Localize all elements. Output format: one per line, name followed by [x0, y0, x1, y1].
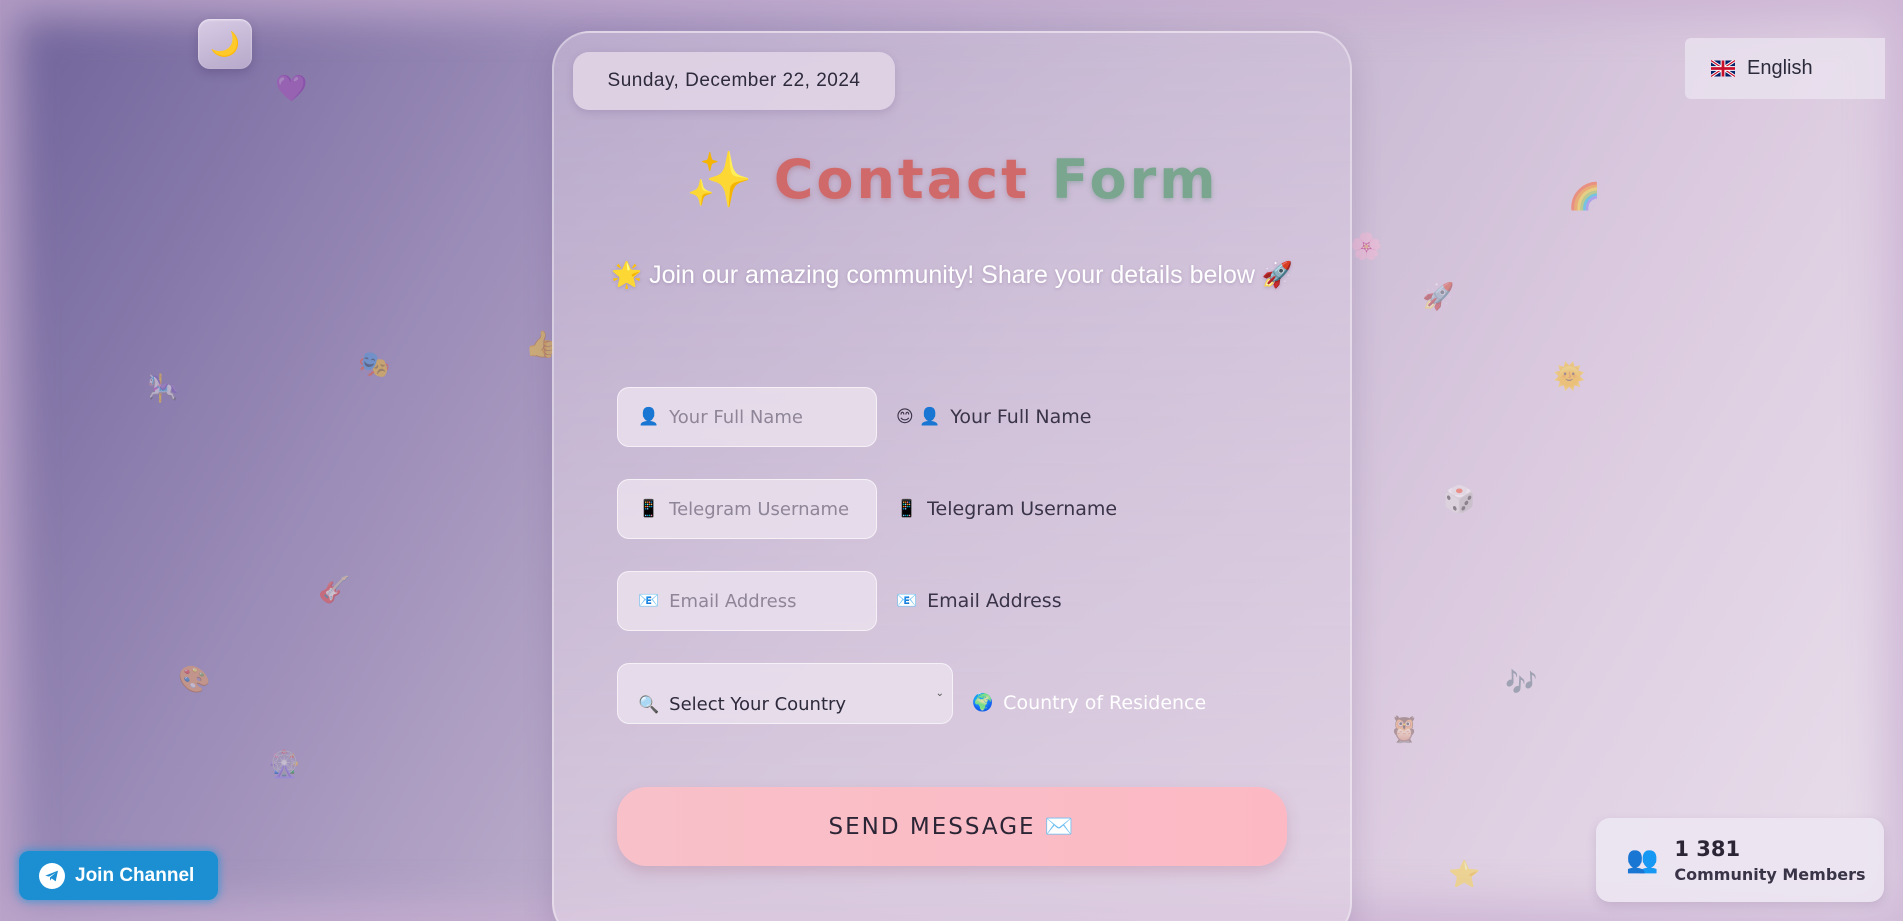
full-name-input[interactable]	[669, 406, 850, 428]
date-badge: Sunday, December 22, 2024	[573, 52, 895, 110]
telegram-username-field[interactable]: 📱	[617, 479, 877, 539]
community-members-widget: 👥 1 381 Community Members	[1596, 818, 1884, 902]
telegram-icon	[39, 862, 65, 889]
sun-icon: 🌞	[1553, 362, 1586, 392]
email-field[interactable]: 📧	[617, 571, 877, 631]
ferris-wheel-icon: 🎡	[268, 750, 301, 780]
theater-masks-icon: 🎭	[358, 350, 391, 380]
globe-icon: 🌍	[972, 693, 994, 713]
country-select-value: Select Your Country	[669, 694, 847, 715]
star-icon: ⭐	[1448, 860, 1481, 890]
country-label: 🌍 Country of Residence	[972, 692, 1206, 714]
full-name-label-text: Your Full Name	[950, 406, 1092, 428]
rainbow-icon: 🌈	[1568, 182, 1601, 212]
people-icon: 👥	[1626, 845, 1659, 875]
member-count: 1 381	[1674, 836, 1741, 861]
moon-icon: 🌙	[210, 30, 240, 58]
join-channel-label: Join Channel	[75, 864, 195, 886]
owl-icon: 🦉	[1388, 715, 1421, 745]
uk-flag-icon	[1711, 60, 1735, 77]
member-count-label: Community Members	[1674, 864, 1866, 884]
telegram-username-label-text: Telegram Username	[927, 498, 1118, 520]
flower-icon: 🌸	[1350, 232, 1383, 262]
country-select[interactable]: 🔍 Select Your Country ⌄	[617, 663, 953, 724]
email-input[interactable]	[669, 590, 850, 612]
full-name-field[interactable]: 👤	[617, 387, 877, 447]
language-selector[interactable]: English	[1685, 38, 1885, 99]
person-icon: 👤	[638, 407, 660, 427]
phone-icon: 📱	[896, 499, 918, 519]
telegram-username-input[interactable]	[669, 498, 850, 520]
telegram-username-label: 📱 Telegram Username	[896, 498, 1117, 520]
music-notes-icon: 🎶	[1505, 668, 1538, 698]
smile-person-icon: 😊 👤	[896, 407, 941, 427]
carousel-icon: 🎠	[147, 374, 180, 404]
guitar-icon: 🎸	[318, 575, 351, 605]
search-icon: 🔍	[638, 695, 660, 715]
dice-icon: 🎲	[1443, 485, 1476, 515]
language-label: English	[1747, 57, 1813, 79]
email-label: 📧 Email Address	[896, 590, 1062, 612]
email-icon: 📧	[896, 591, 918, 611]
title-word-form: Form	[1051, 148, 1219, 211]
email-label-text: Email Address	[927, 590, 1062, 612]
chevron-down-icon: ⌄	[935, 688, 944, 699]
page-title: ✨ Contact Form	[552, 148, 1352, 212]
title-word-contact: Contact	[773, 148, 1030, 211]
email-icon: 📧	[638, 591, 660, 611]
send-message-button[interactable]: SEND MESSAGE ✉️	[617, 787, 1287, 866]
page-subtitle: 🌟 Join our amazing community! Share your…	[611, 261, 1293, 289]
full-name-label: 😊 👤 Your Full Name	[896, 406, 1091, 428]
phone-icon: 📱	[638, 499, 660, 519]
heart-icon: 💜	[275, 74, 308, 104]
palette-icon: 🎨	[178, 665, 211, 695]
sparkles-icon: ✨	[685, 148, 756, 211]
theme-toggle-button[interactable]: 🌙	[198, 19, 252, 69]
join-channel-button[interactable]: Join Channel	[19, 851, 218, 900]
country-label-text: Country of Residence	[1003, 692, 1207, 714]
rocket-icon: 🚀	[1422, 282, 1455, 312]
